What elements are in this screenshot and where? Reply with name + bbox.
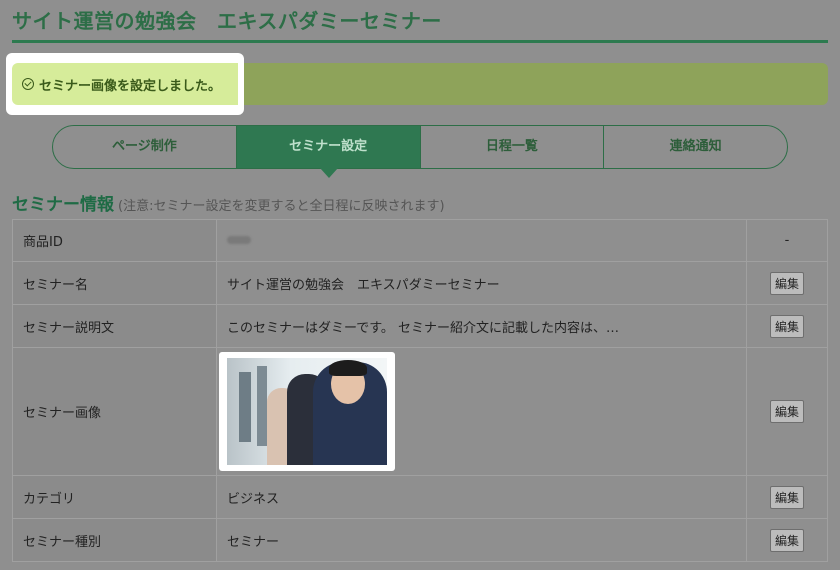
table-row: 商品ID - [12,219,828,262]
row-label: セミナー説明文 [12,304,217,348]
seminar-image [227,358,387,465]
edit-button[interactable]: 編集 [769,400,804,423]
tab-page-creation[interactable]: ページ制作 [53,126,237,168]
row-value: ビジネス [216,475,747,519]
success-alert: セミナー画像を設定しました。 [12,63,238,105]
tab-bar: ページ制作 セミナー設定 日程一覧 連絡通知 [52,125,788,169]
section-title: セミナー情報 [12,195,114,215]
table-row: セミナー説明文 このセミナーはダミーです。 セミナー紹介文に記載した内容は、… … [12,304,828,348]
table-row: セミナー名 サイト運営の勉強会 エキスパダミーセミナー 編集 [12,261,828,305]
seminar-image-frame [219,352,395,471]
row-value: サイト運営の勉強会 エキスパダミーセミナー [216,261,747,305]
check-circle-icon [22,78,34,90]
table-row: セミナー種別 セミナー 編集 [12,518,828,562]
edit-button[interactable]: 編集 [769,528,804,552]
row-label: セミナー画像 [12,347,217,476]
section-heading: セミナー情報 (注意:セミナー設定を変更すると全日程に反映されます) [12,190,445,215]
seminar-info-table: 商品ID - セミナー名 サイト運営の勉強会 エキスパダミーセミナー 編集 セミ… [12,219,828,562]
table-row: カテゴリ ビジネス 編集 [12,475,828,519]
edit-button[interactable]: 編集 [769,271,804,295]
row-label: 商品ID [12,219,217,262]
row-label: セミナー名 [12,261,217,305]
row-value: セミナー [216,518,747,562]
row-label: セミナー種別 [12,518,217,562]
section-note: (注意:セミナー設定を変更すると全日程に反映されます) [118,199,445,214]
row-value: このセミナーはダミーです。 セミナー紹介文に記載した内容は、… [216,304,747,348]
row-value [216,347,747,476]
row-value [216,219,747,262]
row-label: カテゴリ [12,475,217,519]
tab-notifications[interactable]: 連絡通知 [604,126,787,168]
edit-button[interactable]: 編集 [769,314,804,338]
tab-seminar-settings[interactable]: セミナー設定 [236,126,421,168]
alert-message: セミナー画像を設定しました。 [39,78,222,94]
edit-button[interactable]: 編集 [769,485,804,509]
product-id-redacted [227,236,251,244]
tab-schedule-list[interactable]: 日程一覧 [421,126,605,168]
page-title: サイト運営の勉強会 エキスパダミーセミナー [12,6,828,43]
table-row: セミナー画像 編集 [12,347,828,476]
row-action: - [746,219,828,262]
active-tab-indicator [320,168,338,178]
